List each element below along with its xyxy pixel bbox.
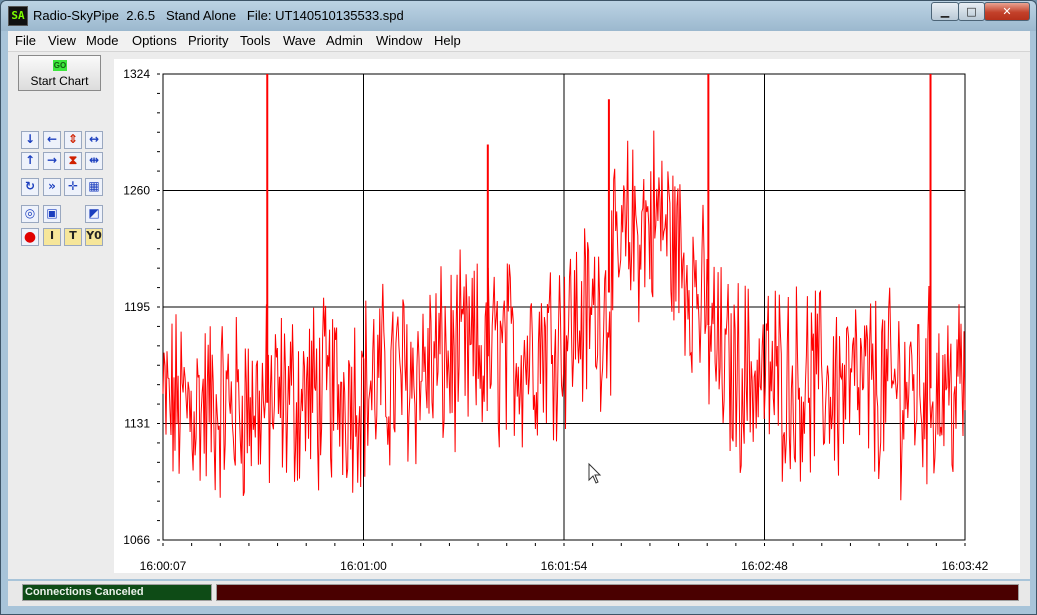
y-tick-label: 1324 [123, 67, 150, 81]
menu-priority[interactable]: Priority [188, 33, 228, 48]
record-icon[interactable]: ● [21, 228, 39, 246]
x-axis-labels: 16:00:07 16:01:00 16:01:54 16:02:48 16:03:42 [140, 559, 989, 573]
title-bar[interactable]: SA Radio-SkyPipe 2.6.5 Stand Alone File:… [1, 1, 1036, 31]
menu-admin[interactable]: Admin [326, 33, 363, 48]
compress-vertical-icon[interactable]: ⧗ [64, 152, 82, 170]
close-button[interactable]: ✕ [984, 2, 1030, 21]
y-zero-icon[interactable]: Y0 [85, 228, 103, 246]
go-icon: GO [53, 60, 67, 71]
menu-tools[interactable]: Tools [240, 33, 270, 48]
minimize-button[interactable]: ▁ [931, 2, 959, 21]
fast-forward-icon[interactable]: » [43, 178, 61, 196]
y-tick-label: 1131 [124, 417, 150, 431]
chart-grid [157, 73, 966, 546]
expand-horizontal-icon[interactable]: ↔ [85, 131, 103, 149]
x-tick-label: 16:03:42 [942, 559, 989, 573]
app-window: SA Radio-SkyPipe 2.6.5 Stand Alone File:… [0, 0, 1037, 615]
x-tick-label: 16:01:00 [340, 559, 387, 573]
y-tick-label: 1260 [123, 184, 150, 198]
start-chart-button[interactable]: GO Start Chart [18, 55, 101, 91]
crosshair-icon[interactable]: ✛ [64, 178, 82, 196]
menu-mode[interactable]: Mode [86, 33, 119, 48]
x-tick-label: 16:01:54 [541, 559, 588, 573]
menu-help[interactable]: Help [434, 33, 461, 48]
app-icon: SA [8, 6, 28, 26]
chart-panel[interactable]: 1324 1260 1195 1131 1066 16:00:07 16:01:00 16:… [114, 59, 1020, 573]
menu-bar: File View Mode Options Priority Tools Wa… [8, 31, 1030, 52]
title-text-icon[interactable]: T [64, 228, 82, 246]
window-title: Radio-SkyPipe 2.6.5 Stand Alone File: UT… [33, 8, 404, 23]
y-axis-labels: 1324 1260 1195 1131 1066 [123, 67, 150, 547]
start-chart-label: Start Chart [30, 74, 89, 88]
expand-vertical-icon[interactable]: ⇕ [64, 131, 82, 149]
refresh-icon[interactable]: ↻ [21, 178, 39, 196]
shift-up-icon[interactable]: ↑ [21, 152, 39, 170]
menu-view[interactable]: View [48, 33, 76, 48]
shift-down-icon[interactable]: ↓ [21, 131, 39, 149]
compress-horizontal-icon[interactable]: ⇹ [85, 152, 103, 170]
y-tick-label: 1195 [124, 300, 150, 314]
connection-status: Connections Canceled [22, 584, 212, 601]
strip-chart[interactable]: 13241260119511311066 16:00:07 16:01:00 16:… [114, 59, 1020, 573]
shift-left-icon[interactable]: ← [43, 131, 61, 149]
menu-options[interactable]: Options [132, 33, 177, 48]
x-tick-label: 16:02:48 [741, 559, 788, 573]
shift-right-icon[interactable]: → [43, 152, 61, 170]
main-client-area: GO Start Chart ↓ ← ⇕ ↔ ↑ → ⧗ ⇹ ↻» ✛ ▦ ◎ ▣ ◩ ● I T Y0 1324… [8, 52, 1030, 579]
status-bar: Connections Canceled [8, 581, 1030, 606]
maximize-button[interactable]: □ [958, 2, 985, 21]
menu-window[interactable]: Window [376, 33, 422, 48]
y-tick-label: 1066 [123, 533, 150, 547]
zoom-box-icon[interactable]: ▦ [85, 178, 103, 196]
select-box-icon[interactable]: ▣ [43, 205, 61, 223]
fit-all-icon[interactable]: ◎ [21, 205, 39, 223]
status-message-panel [216, 584, 1019, 601]
insert-text-icon[interactable]: I [43, 228, 61, 246]
menu-wave[interactable]: Wave [283, 33, 316, 48]
x-tick-label: 16:00:07 [140, 559, 187, 573]
cursor-mark-icon[interactable]: ◩ [85, 205, 103, 223]
menu-file[interactable]: File [15, 33, 36, 48]
